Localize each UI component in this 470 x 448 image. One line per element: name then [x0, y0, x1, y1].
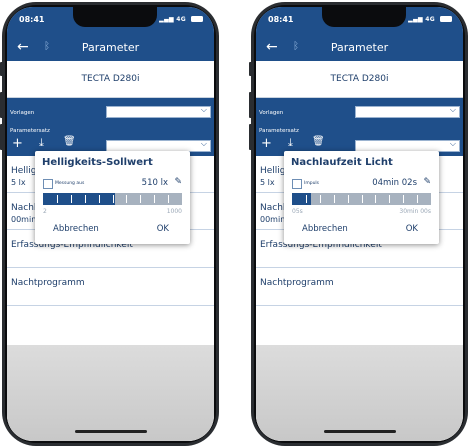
slider-tick — [126, 195, 128, 203]
checkbox-label: Messung aus — [55, 181, 85, 186]
plus-icon[interactable]: + — [261, 136, 272, 151]
volume-up-button — [0, 92, 3, 118]
home-indicator[interactable] — [74, 430, 147, 433]
screen: 08:41 ▂▄▆ 4G ← ᛒ Parameter TECTA D280i V… — [7, 7, 214, 441]
status-time: 08:41 — [19, 15, 45, 24]
slider-ticks — [292, 195, 431, 203]
notch — [72, 7, 157, 27]
list-item-title: Nachtprogramm — [260, 278, 334, 288]
runtime-dialog: Nachlaufzeit Licht Impuls 04min 02s ✎ 05… — [284, 151, 439, 244]
phone-left: 08:41 ▂▄▆ 4G ← ᛒ Parameter TECTA D280i V… — [0, 2, 219, 446]
parametersatz-label: Parametersatz — [259, 128, 299, 134]
slider-min: 05s — [292, 208, 303, 215]
slider-tick — [140, 195, 142, 203]
app-bar: ← ᛒ Parameter — [7, 35, 214, 61]
slider-tick — [417, 195, 419, 203]
page-title: Parameter — [81, 41, 140, 54]
cancel-button[interactable]: Abbrechen — [302, 224, 348, 234]
parametersatz-label: Parametersatz — [10, 128, 50, 134]
notch — [321, 7, 406, 27]
slider-min: 2 — [43, 208, 47, 215]
vorlagen-label: Vorlagen — [10, 110, 35, 116]
dialog-title: Nachlaufzeit Licht — [291, 157, 393, 168]
pencil-icon[interactable]: ✎ — [174, 177, 182, 187]
signal-indicator: ▂▄▆ 4G — [408, 16, 435, 23]
list-item-value: 5 lx — [11, 178, 26, 187]
slider-tick — [347, 195, 349, 203]
list-item-nachtprogramm[interactable]: Nachtprogramm — [256, 268, 463, 306]
download-icon[interactable]: ⤓ — [288, 136, 293, 150]
slider-tick — [112, 195, 114, 203]
brightness-slider[interactable] — [43, 193, 182, 205]
slider-tick — [98, 195, 100, 203]
slider-tick — [403, 195, 405, 203]
list-item-title: Nachtprogramm — [11, 278, 85, 288]
signal-indicator: ▂▄▆ 4G — [159, 16, 186, 23]
dialog-title: Helligkeits-Sollwert — [42, 157, 153, 168]
list-item-value: 5 lx — [260, 178, 275, 187]
network-type: 4G — [425, 16, 435, 23]
vorlagen-select[interactable]: ⌵ — [355, 105, 460, 118]
network-type: 4G — [176, 16, 186, 23]
ok-button[interactable]: OK — [157, 224, 169, 234]
delete-icon[interactable]: 🗑 — [312, 136, 325, 147]
checkbox-label: Impuls — [304, 181, 320, 186]
page-title: Parameter — [330, 41, 389, 54]
battery-icon — [191, 16, 203, 22]
download-icon[interactable]: ⤓ — [39, 136, 44, 150]
cancel-button[interactable]: Abbrechen — [53, 224, 99, 234]
volume-up-button — [249, 92, 252, 118]
slider-max: 1000 — [166, 208, 182, 215]
brightness-dialog: Helligkeits-Sollwert Messung aus 510 lx … — [35, 151, 190, 244]
mute-switch — [0, 62, 3, 76]
slider-tick — [305, 195, 307, 203]
phone-right: 08:41 ▂▄▆ 4G ← ᛒ Parameter TECTA D280i V… — [249, 2, 468, 446]
slider-max: 30min 00s — [399, 208, 431, 215]
chevron-down-icon: ⌵ — [449, 105, 456, 114]
home-indicator[interactable] — [323, 430, 396, 433]
list-item-nachtprogramm[interactable]: Nachtprogramm — [7, 268, 214, 306]
status-time: 08:41 — [268, 15, 294, 24]
slider-tick — [56, 195, 58, 203]
vorlagen-label: Vorlagen — [259, 110, 284, 116]
slider-ticks — [43, 195, 182, 203]
slider-tick — [70, 195, 72, 203]
delete-icon[interactable]: 🗑 — [63, 136, 76, 147]
device-name: TECTA D280i — [7, 61, 214, 98]
battery-icon — [440, 16, 452, 22]
slider-tick — [84, 195, 86, 203]
screen: 08:41 ▂▄▆ 4G ← ᛒ Parameter TECTA D280i V… — [256, 7, 463, 441]
slider-tick — [361, 195, 363, 203]
status-bar: 08:41 ▂▄▆ 4G — [256, 7, 463, 35]
empty-area — [7, 345, 214, 441]
runtime-slider[interactable] — [292, 193, 431, 205]
device-name: TECTA D280i — [256, 61, 463, 98]
ok-button[interactable]: OK — [406, 224, 418, 234]
mute-switch — [249, 62, 252, 76]
checkbox-impuls[interactable] — [292, 179, 302, 189]
plus-icon[interactable]: + — [12, 136, 23, 151]
vorlagen-select[interactable]: ⌵ — [106, 105, 211, 118]
slider-tick — [319, 195, 321, 203]
slider-tick — [333, 195, 335, 203]
app-bar: ← ᛒ Parameter — [256, 35, 463, 61]
status-bar: 08:41 ▂▄▆ 4G — [7, 7, 214, 35]
slider-tick — [375, 195, 377, 203]
empty-area — [256, 345, 463, 441]
slider-value: 510 lx — [141, 178, 168, 188]
volume-down-button — [249, 124, 252, 150]
chevron-down-icon: ⌵ — [200, 139, 207, 148]
slider-tick — [389, 195, 391, 203]
slider-tick — [168, 195, 170, 203]
slider-tick — [154, 195, 156, 203]
slider-value: 04min 02s — [372, 178, 417, 188]
checkbox-messung-aus[interactable] — [43, 179, 53, 189]
pencil-icon[interactable]: ✎ — [423, 177, 431, 187]
chevron-down-icon: ⌵ — [449, 139, 456, 148]
volume-down-button — [0, 124, 3, 150]
chevron-down-icon: ⌵ — [200, 105, 207, 114]
